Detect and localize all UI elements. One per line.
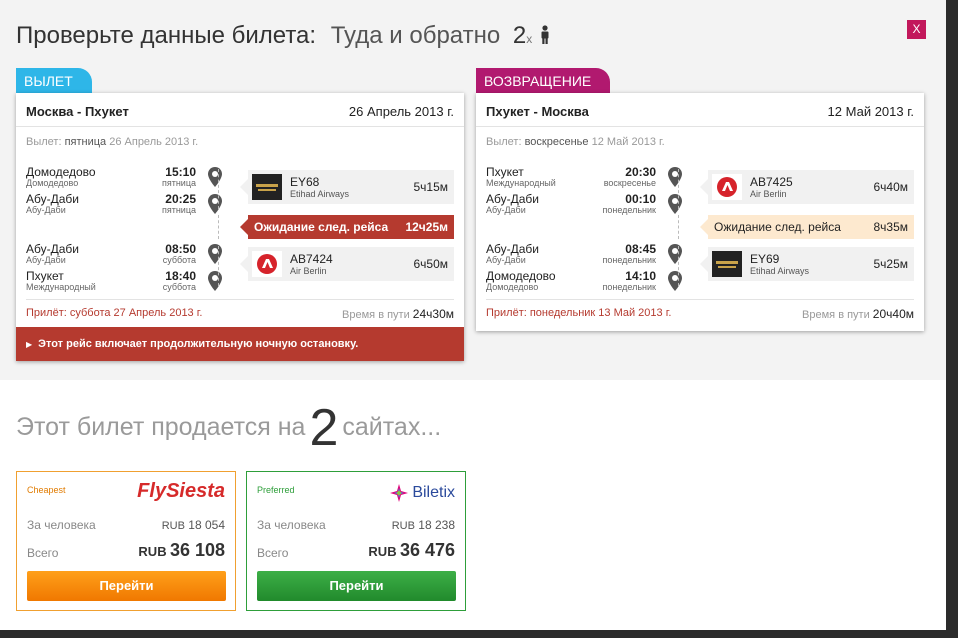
route-connector bbox=[218, 169, 219, 209]
stop-item: Домодедово Домодедово 14:10 понедельник bbox=[486, 269, 686, 293]
map-pin-icon bbox=[208, 167, 222, 187]
overnight-notice: ▶ Этот рейс включает продолжительную ночн… bbox=[16, 327, 464, 361]
return-card-header: Пхукет - Москва 12 Май 2013 г. bbox=[476, 93, 924, 127]
ticket-modal: Проверьте данные билета: Туда и обратно … bbox=[0, 0, 946, 630]
passenger-multiplier: x bbox=[526, 32, 533, 46]
airberlin-logo-icon bbox=[712, 174, 742, 200]
total-row: Всего RUB 36 476 bbox=[257, 540, 455, 560]
layover-badge: Ожидание след. рейса 8ч35м bbox=[700, 215, 914, 239]
go-button-flysiesta[interactable]: Перейти bbox=[27, 571, 226, 601]
route-connector bbox=[218, 215, 219, 239]
stop-item: Пхукет Международный 20:30 воскресенье bbox=[486, 165, 686, 189]
outbound-route: Москва - Пхукет bbox=[26, 104, 129, 119]
biletix-star-icon bbox=[390, 484, 409, 502]
site-count: 2 bbox=[309, 399, 339, 457]
stop-item: Домодедово Домодедово 15:10 пятница bbox=[26, 165, 226, 189]
airberlin-logo-icon bbox=[252, 251, 282, 277]
flight-segment: EY69 Etihad Airways 5ч25м bbox=[700, 247, 914, 281]
map-pin-icon bbox=[668, 167, 682, 187]
close-button[interactable]: X bbox=[907, 20, 926, 39]
person-icon bbox=[541, 25, 549, 44]
return-travel-time: Время в пути 20ч40м bbox=[802, 307, 914, 321]
trip-type: Туда и обратно bbox=[330, 22, 501, 49]
outbound-travel-time: Время в пути 24ч30м bbox=[342, 307, 454, 321]
biletix-logo[interactable]: Biletix bbox=[388, 480, 455, 506]
divider bbox=[486, 299, 914, 300]
layover-badge: Ожидание след. рейса 12ч25м bbox=[240, 215, 454, 239]
outbound-departure-line: Вылет: пятница 26 Апрель 2013 г. bbox=[26, 136, 199, 148]
total-row: Всего RUB 36 108 bbox=[27, 540, 225, 560]
return-route: Пхукет - Москва bbox=[486, 104, 589, 119]
map-pin-icon bbox=[208, 244, 222, 264]
map-pin-icon bbox=[208, 194, 222, 214]
map-pin-icon bbox=[208, 271, 222, 291]
per-person-row: За человека RUB 18 238 bbox=[257, 518, 455, 532]
route-connector bbox=[218, 246, 219, 286]
divider bbox=[26, 299, 454, 300]
page-title: Проверьте данные билета: Туда и обратно … bbox=[16, 22, 551, 50]
return-card: Пхукет - Москва 12 Май 2013 г. Вылет: во… bbox=[476, 93, 924, 331]
flysiesta-logo[interactable]: FlySiesta bbox=[137, 480, 225, 506]
outbound-arrival: Прилёт: суббота 27 Апрель 2013 г. bbox=[26, 307, 203, 319]
outbound-date: 26 Апрель 2013 г. bbox=[348, 104, 454, 119]
vendor-tag: Preferred bbox=[257, 485, 295, 495]
etihad-logo-icon bbox=[252, 174, 282, 200]
vendor-card-flysiesta: Cheapest FlySiesta За человека RUB 18 05… bbox=[16, 471, 236, 611]
stop-item: Абу-Даби Абу-Даби 08:45 понедельник bbox=[486, 242, 686, 266]
flight-segment: EY68 Etihad Airways 5ч15м bbox=[240, 170, 454, 204]
route-connector bbox=[678, 169, 679, 209]
outbound-card-header: Москва - Пхукет 26 Апрель 2013 г. bbox=[16, 93, 464, 127]
flight-segment: AB7424 Air Berlin 6ч50м bbox=[240, 247, 454, 281]
route-connector bbox=[678, 246, 679, 286]
outbound-card: Москва - Пхукет 26 Апрель 2013 г. Вылет:… bbox=[16, 93, 464, 361]
title-text: Проверьте данные билета: bbox=[16, 22, 317, 49]
flight-segment: AB7425 Air Berlin 6ч40м bbox=[700, 170, 914, 204]
stop-item: Пхукет Международный 18:40 суббота bbox=[26, 269, 226, 293]
vendor-tag: Cheapest bbox=[27, 485, 66, 495]
stop-item: Абу-Даби Абу-Даби 20:25 пятница bbox=[26, 192, 226, 216]
tab-outbound: ВЫЛЕТ bbox=[16, 68, 92, 94]
per-person-row: За человека RUB 18 054 bbox=[27, 518, 225, 532]
map-pin-icon bbox=[668, 194, 682, 214]
stop-item: Абу-Даби Абу-Даби 00:10 понедельник bbox=[486, 192, 686, 216]
stop-item: Абу-Даби Абу-Даби 08:50 суббота bbox=[26, 242, 226, 266]
etihad-logo-icon bbox=[712, 251, 742, 277]
route-connector bbox=[678, 215, 679, 239]
triangle-icon: ▶ bbox=[26, 340, 33, 349]
return-departure-line: Вылет: воскресенье 12 Май 2013 г. bbox=[486, 136, 665, 148]
vendor-card-biletix: Preferred Biletix За человека RUB 18 238… bbox=[246, 471, 466, 611]
return-arrival: Прилёт: понедельник 13 Май 2013 г. bbox=[486, 307, 672, 319]
map-pin-icon bbox=[668, 244, 682, 264]
tab-return: ВОЗВРАЩЕНИЕ bbox=[476, 68, 610, 94]
passenger-count: 2 bbox=[512, 22, 527, 49]
map-pin-icon bbox=[668, 271, 682, 291]
sold-on-heading: Этот билет продается на2 сайтах... bbox=[16, 399, 442, 457]
return-date: 12 Май 2013 г. bbox=[827, 104, 914, 119]
go-button-biletix[interactable]: Перейти bbox=[257, 571, 456, 601]
